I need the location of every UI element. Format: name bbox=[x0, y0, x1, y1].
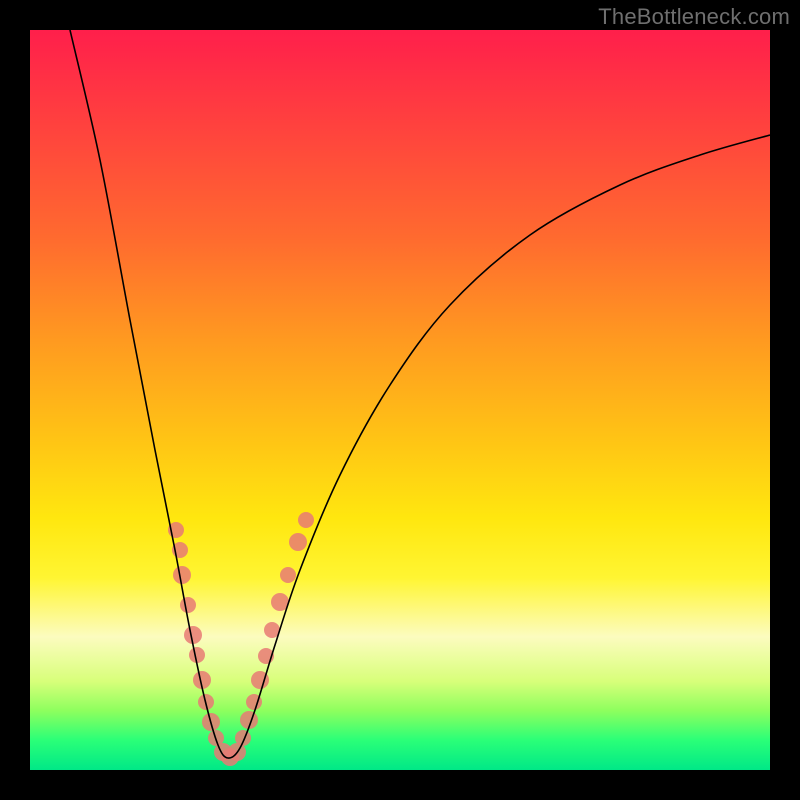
chart-svg bbox=[30, 30, 770, 770]
data-marker bbox=[173, 566, 191, 584]
watermark-text: TheBottleneck.com bbox=[598, 4, 790, 30]
plot-area bbox=[30, 30, 770, 770]
data-marker bbox=[280, 567, 296, 583]
data-marker bbox=[180, 597, 196, 613]
data-marker bbox=[298, 512, 314, 528]
bottleneck-curve bbox=[70, 30, 770, 758]
markers-group bbox=[168, 512, 314, 766]
data-marker bbox=[289, 533, 307, 551]
chart-frame: TheBottleneck.com bbox=[0, 0, 800, 800]
